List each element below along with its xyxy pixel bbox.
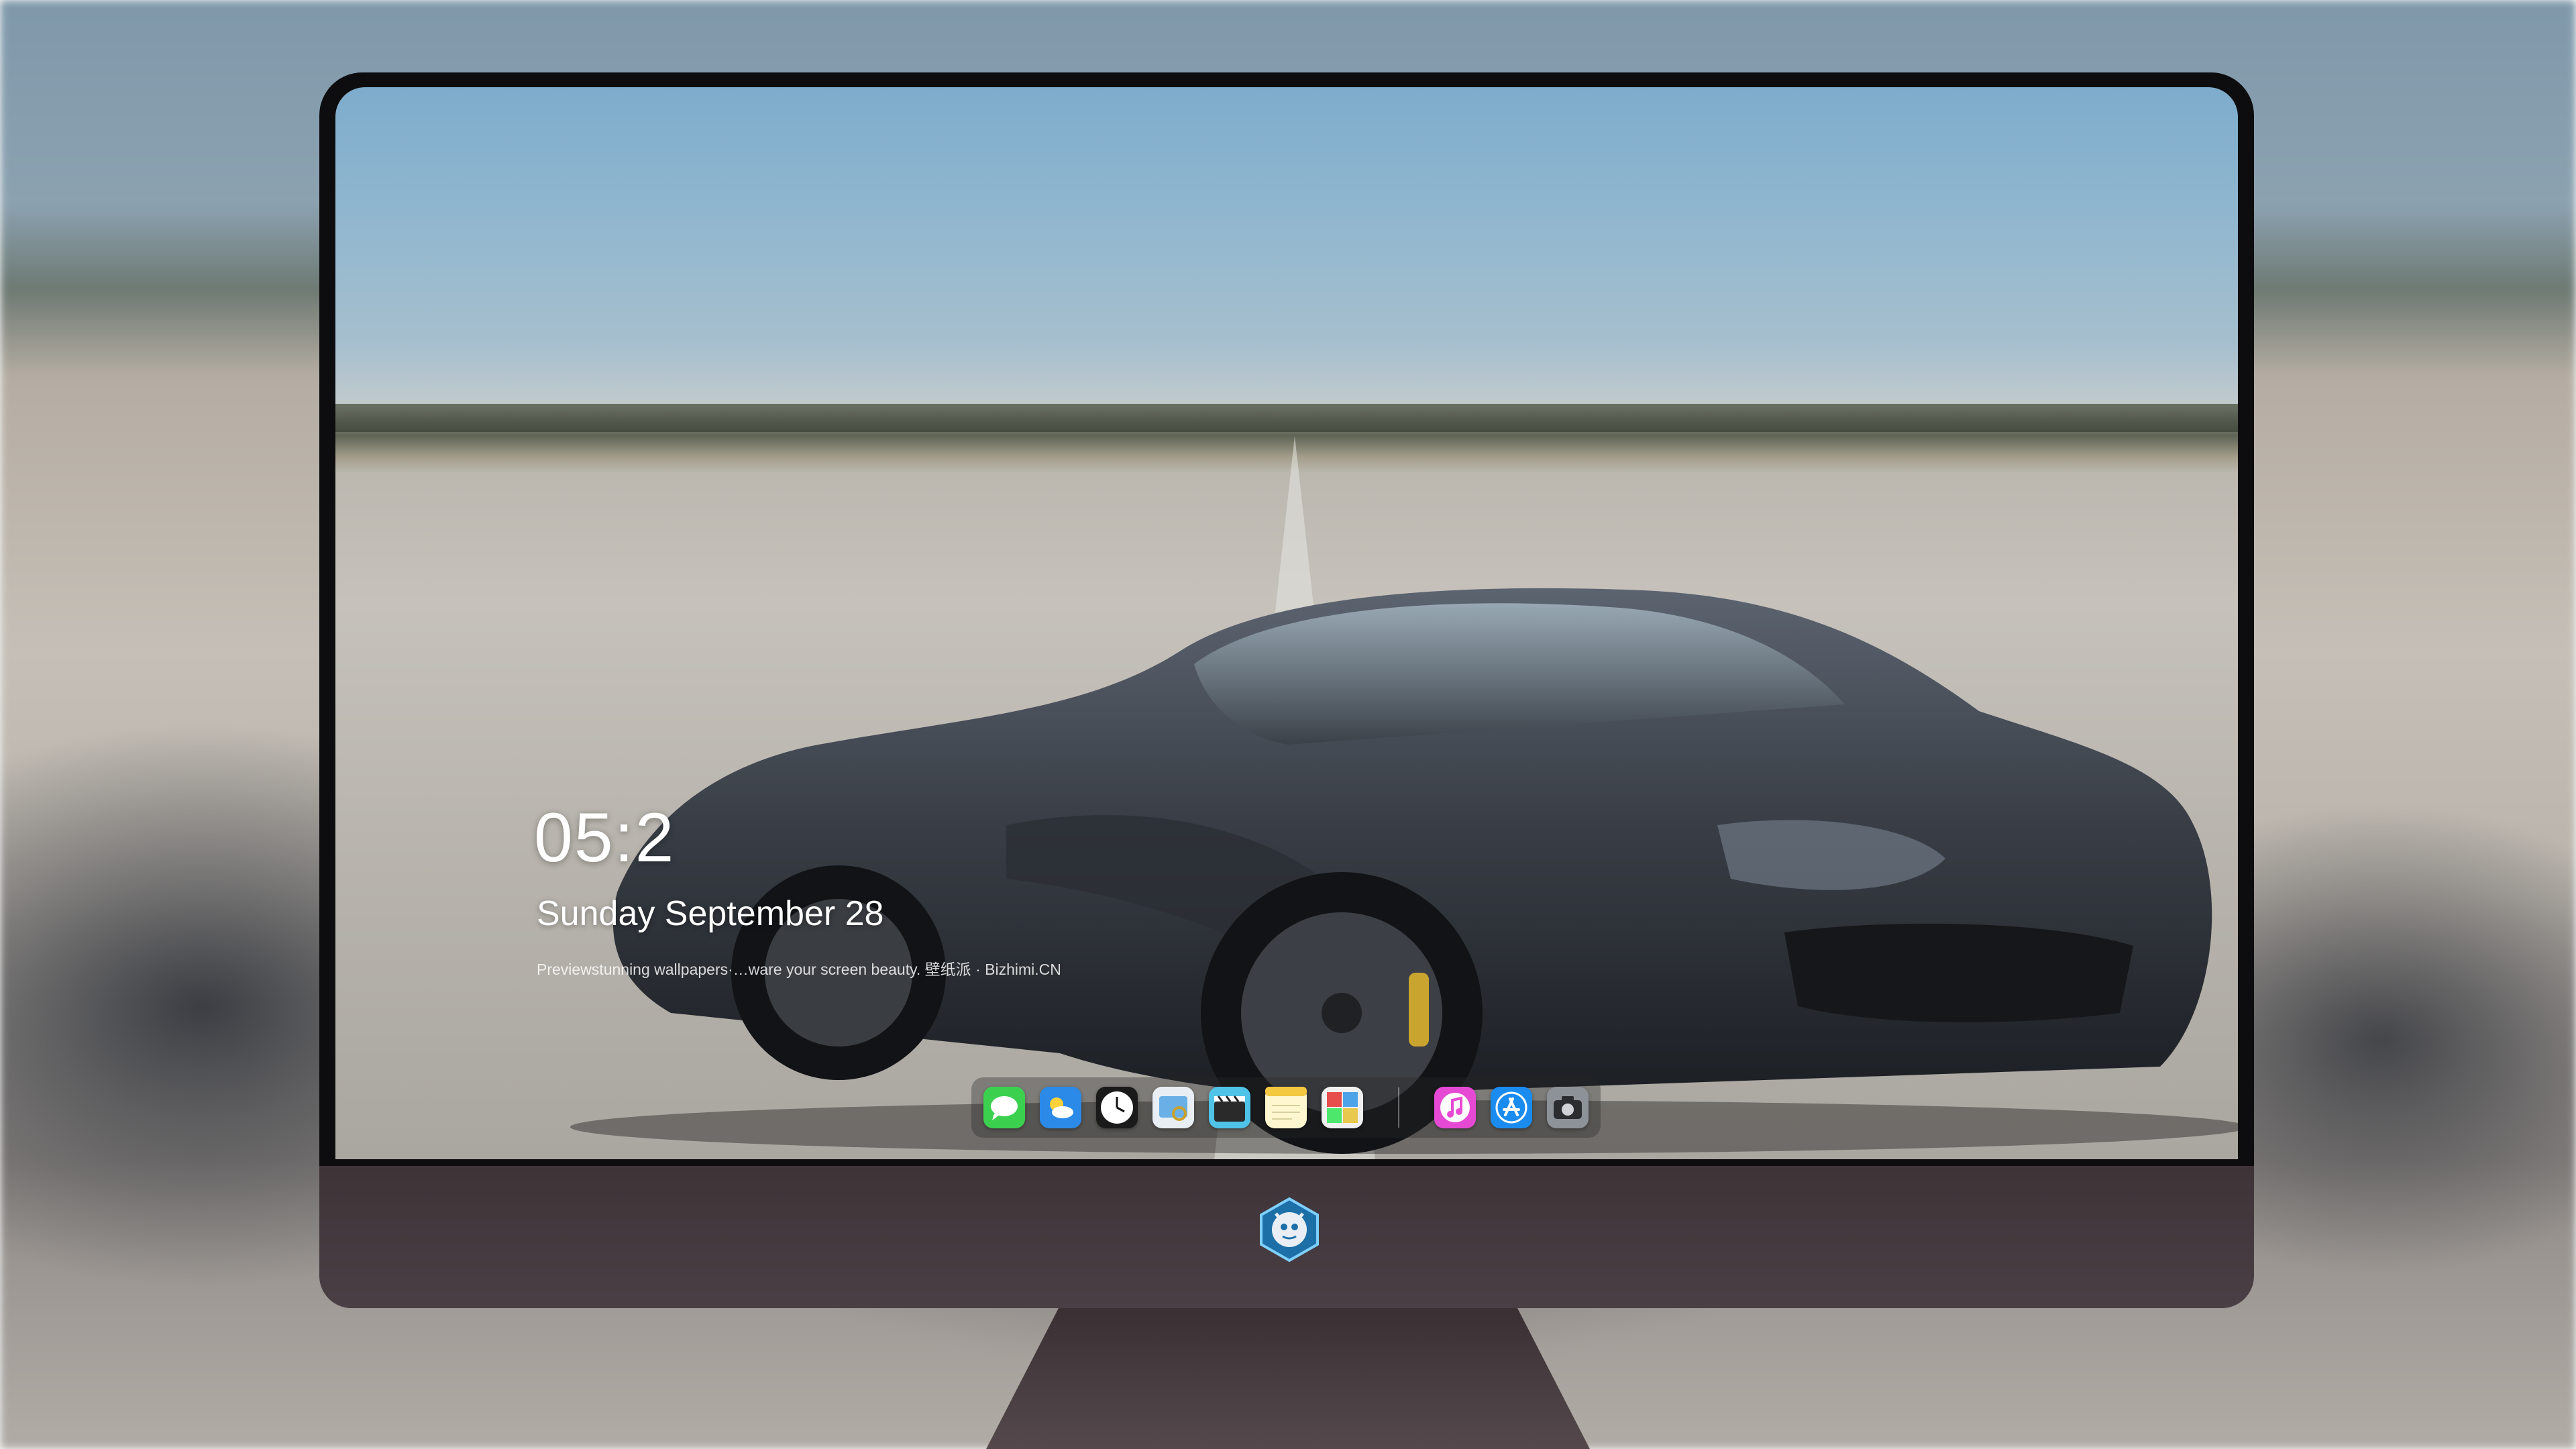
camera-icon[interactable] xyxy=(1547,1087,1589,1128)
music-icon[interactable] xyxy=(1434,1087,1476,1128)
photo-booth-icon[interactable] xyxy=(1322,1087,1363,1128)
weather-icon[interactable] xyxy=(1040,1087,1081,1128)
messages-icon[interactable] xyxy=(983,1087,1025,1128)
dock-separator xyxy=(1398,1087,1399,1128)
lock-screen-time: 05:2 xyxy=(534,799,676,877)
desktop-screen: 05:2 Sunday September 28 Previewstunning… xyxy=(335,87,2238,1159)
brand-logo xyxy=(1260,1197,1319,1263)
wallpaper-caption: Previewstunning wallpapers·…ware your sc… xyxy=(537,961,1061,978)
app-store-icon[interactable] xyxy=(1491,1087,1532,1128)
monitor: 05:2 Sunday September 28 Previewstunning… xyxy=(319,72,2254,1308)
wallpaper-treeline xyxy=(335,404,2238,432)
notes-icon[interactable] xyxy=(1265,1087,1307,1128)
dock xyxy=(971,1077,1601,1138)
monitor-stand xyxy=(986,1308,1590,1449)
lock-screen-date: Sunday September 28 xyxy=(537,894,884,933)
videos-icon[interactable] xyxy=(1209,1087,1250,1128)
clock-icon[interactable] xyxy=(1096,1087,1138,1128)
preview-icon[interactable] xyxy=(1152,1087,1194,1128)
wallpaper-car-image xyxy=(570,588,2238,1154)
